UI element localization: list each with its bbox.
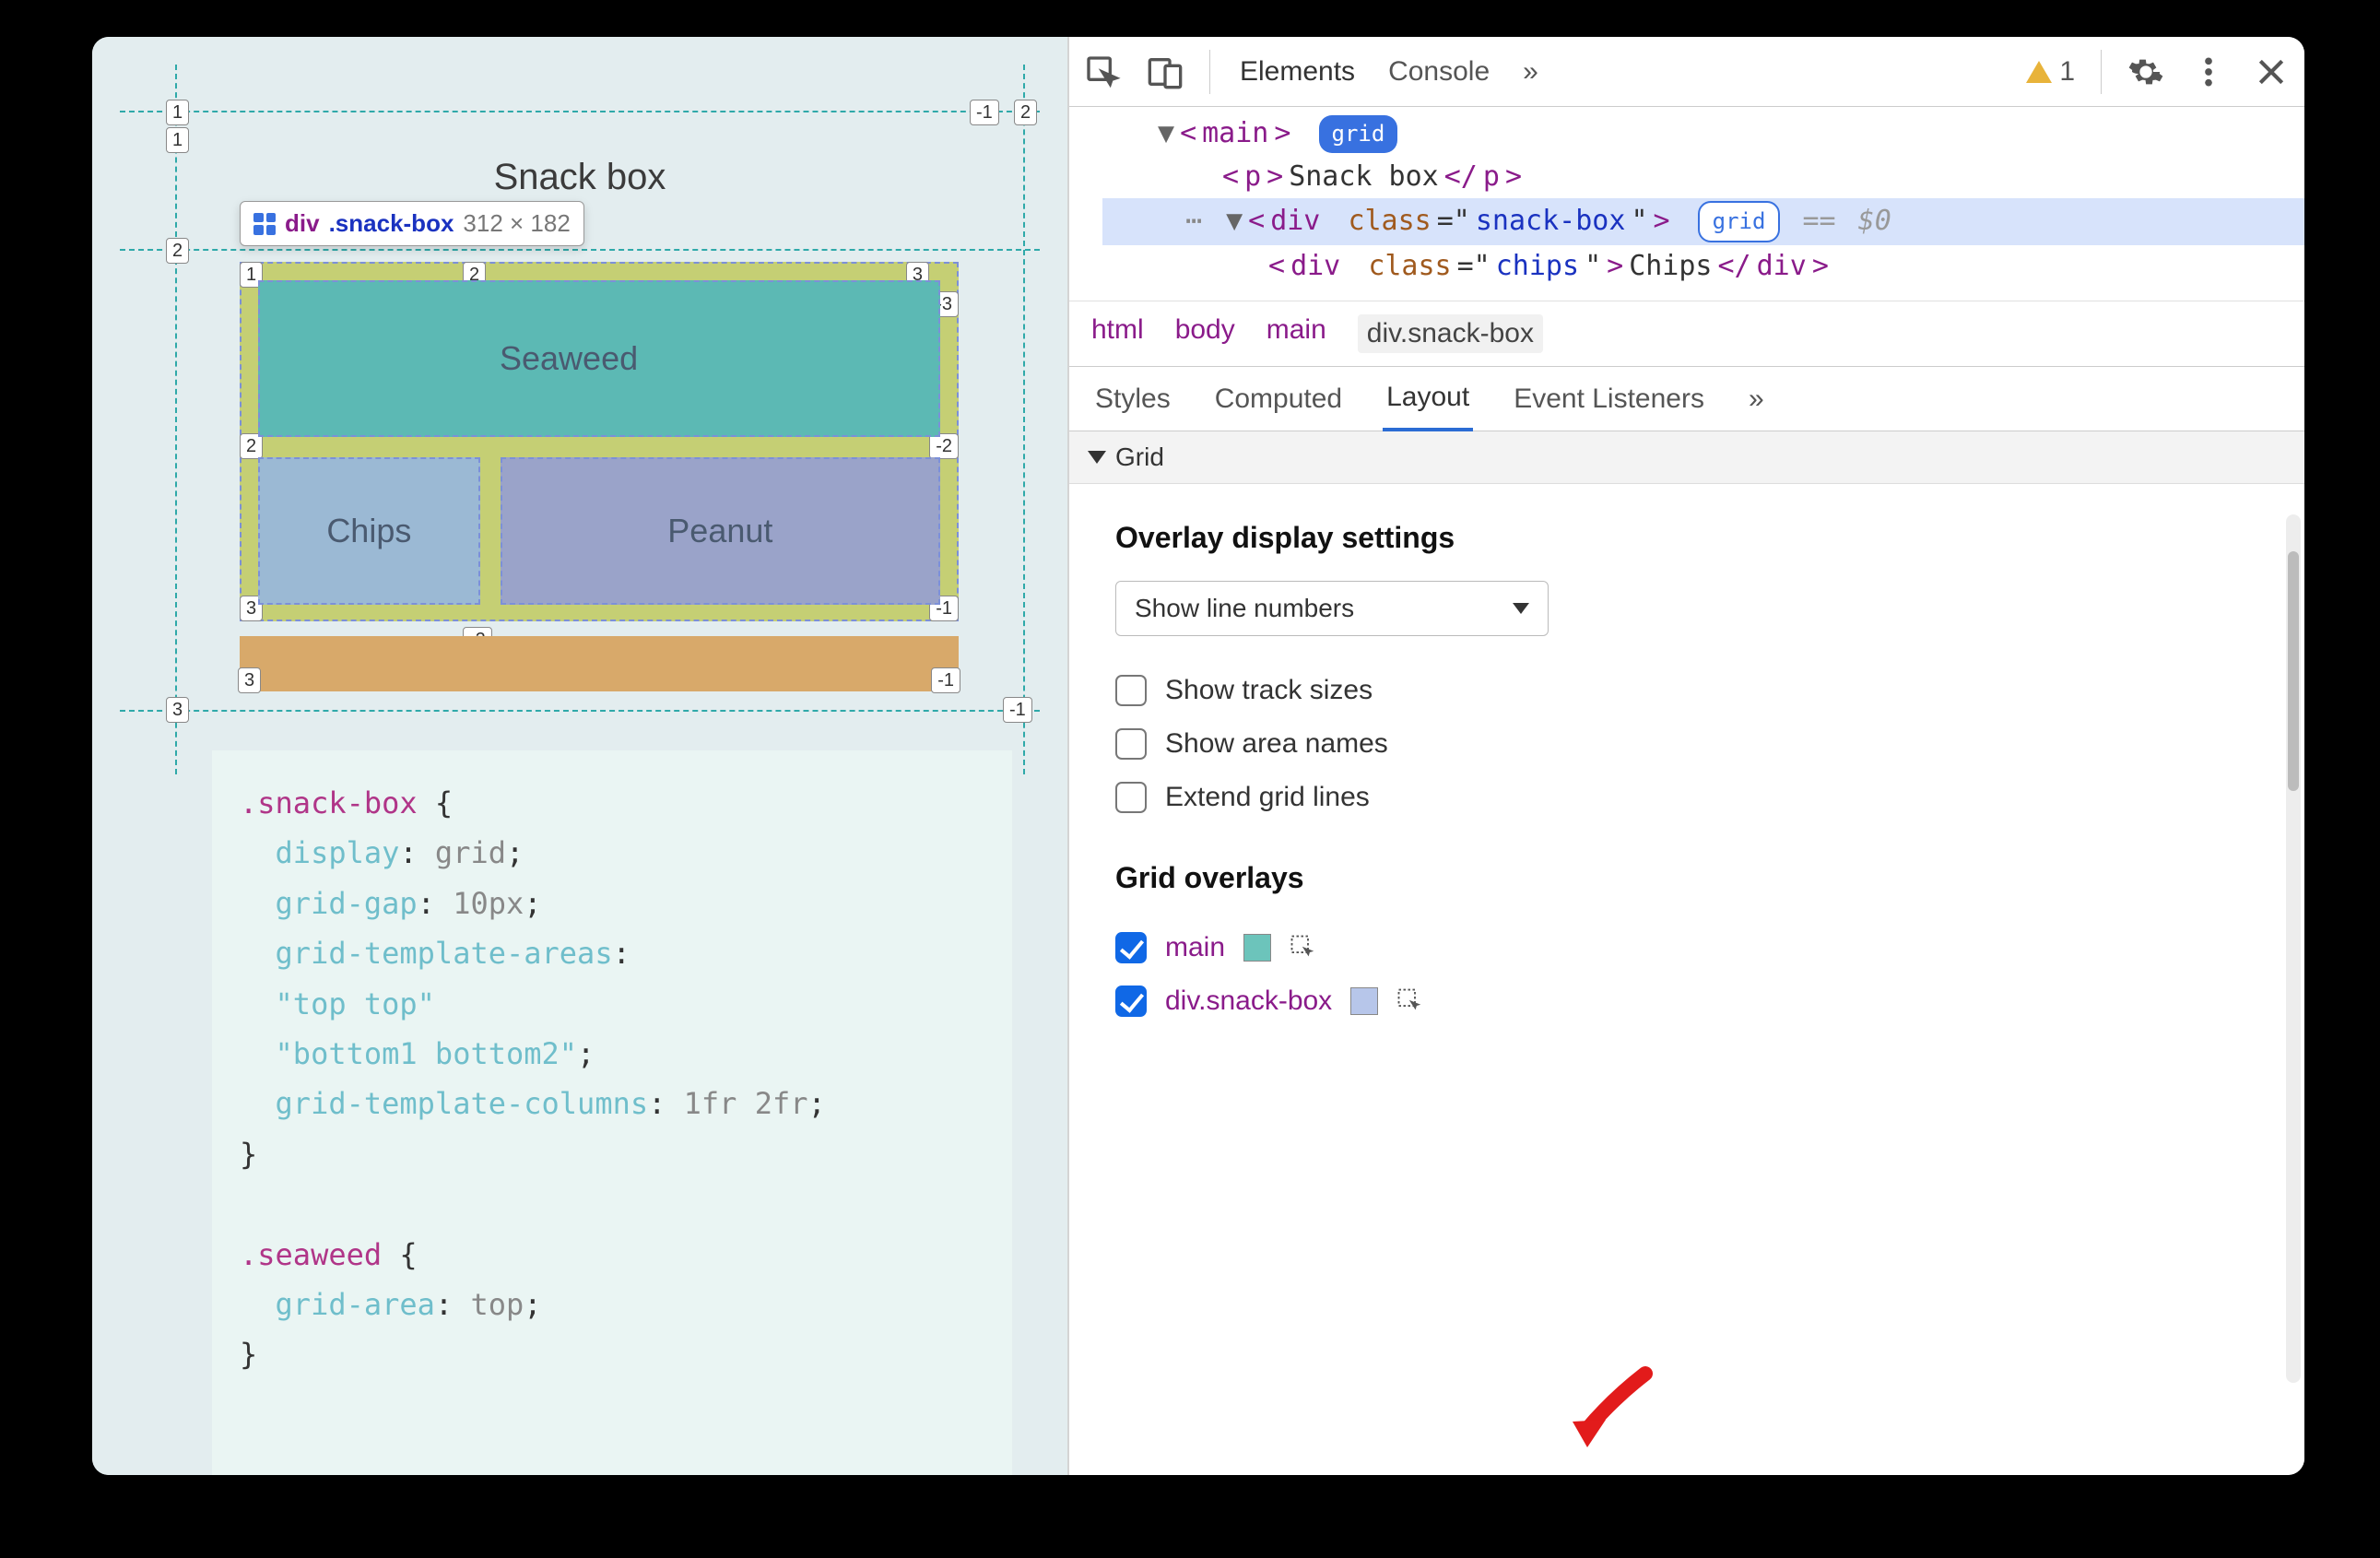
chevron-down-icon <box>1513 603 1529 614</box>
dom-selected-row[interactable]: ⋯ ▼<div class="snack-box"> grid == $0 <box>1102 198 2304 245</box>
devtools-toolbar: Elements Console » 1 <box>1069 37 2304 107</box>
grid-line <box>120 710 1040 712</box>
kebab-icon[interactable] <box>2190 53 2227 90</box>
devtools-pane: Elements Console » 1 ▼<main> grid <box>1069 37 2304 1475</box>
checkbox-row-area-names: Show area names <box>1069 717 2304 771</box>
subtab-event-listeners[interactable]: Event Listeners <box>1510 369 1708 430</box>
tooltip-class: .snack-box <box>329 209 454 238</box>
checkbox[interactable] <box>1115 782 1147 813</box>
reveal-element-icon[interactable] <box>1396 987 1424 1015</box>
breadcrumb-item-active[interactable]: div.snack-box <box>1358 314 1543 353</box>
grid-line-number: 3 <box>238 667 261 693</box>
checkbox[interactable] <box>1115 986 1147 1017</box>
tab-more[interactable]: » <box>1519 51 1542 93</box>
scrollbar-thumb[interactable] <box>2288 551 2299 791</box>
grid-line-number: 2 <box>166 238 189 264</box>
device-toggle-icon[interactable] <box>1147 53 1184 90</box>
tooltip-tag: div <box>285 209 320 238</box>
grid-gap-strip: 3 -1 <box>240 636 959 691</box>
checkbox-row-extend-lines: Extend grid lines <box>1069 771 2304 824</box>
divider <box>1209 50 1210 94</box>
dom-text: Snack box <box>1289 156 1439 199</box>
grid-line-number: 2 <box>240 433 263 459</box>
grid-line-number: -2 <box>929 433 959 459</box>
dom-tag-div: div <box>1270 200 1320 243</box>
dom-text: Chips <box>1629 245 1712 289</box>
grid-line-number: -1 <box>970 100 999 125</box>
overlay-settings-title: Overlay display settings <box>1069 484 2304 581</box>
devtools-window: 1 1 -1 2 2 3 -1 Snack box div .snack-box … <box>92 37 2304 1475</box>
warning-badge[interactable]: 1 <box>2026 56 2075 88</box>
grid-cell-seaweed: Seaweed <box>258 280 940 437</box>
select-value: Show line numbers <box>1135 594 1354 623</box>
grid-line-number: 2 <box>1014 100 1037 125</box>
subtab-styles[interactable]: Styles <box>1091 369 1174 430</box>
grid-overlay-visualization: 1 1 -1 2 2 3 -1 Snack box div .snack-box … <box>120 65 1040 774</box>
checkbox-row-track-sizes: Show track sizes <box>1069 664 2304 717</box>
overlay-row-snack-box: div.snack-box <box>1069 974 2304 1028</box>
warning-count: 1 <box>2059 56 2075 88</box>
gear-icon[interactable] <box>2127 53 2164 90</box>
grid-line <box>120 111 1040 112</box>
grid-line-number: 1 <box>166 127 189 153</box>
subtab-layout[interactable]: Layout <box>1383 367 1473 431</box>
tooltip-dimensions: 312 × 182 <box>463 209 570 238</box>
overlay-name[interactable]: main <box>1165 932 1225 963</box>
layout-panel: Grid Overlay display settings Show line … <box>1069 431 2304 1475</box>
checkbox[interactable] <box>1115 675 1147 706</box>
subtab-computed[interactable]: Computed <box>1211 369 1346 430</box>
dom-tag-p[interactable]: p <box>1244 156 1261 199</box>
overlay-name[interactable]: div.snack-box <box>1165 986 1332 1017</box>
grid-line-number: -1 <box>1003 697 1032 723</box>
grid-pill[interactable]: grid <box>1319 115 1398 153</box>
grid-line-number: 1 <box>166 100 189 125</box>
overlay-row-main: main <box>1069 921 2304 974</box>
scrollbar[interactable] <box>2286 514 2301 1383</box>
breadcrumb: html body main div.snack-box <box>1069 301 2304 367</box>
close-icon[interactable] <box>2253 53 2290 90</box>
checkbox-label: Show track sizes <box>1165 675 1373 706</box>
page-title: Snack box <box>120 157 1040 198</box>
checkbox[interactable] <box>1115 728 1147 760</box>
line-numbers-select[interactable]: Show line numbers <box>1115 581 1549 636</box>
subtab-more[interactable]: » <box>1745 369 1768 430</box>
inspect-icon[interactable] <box>1084 53 1121 90</box>
ellipsis-icon[interactable]: ⋯ <box>1185 200 1202 243</box>
grid-line-number: -1 <box>931 667 960 693</box>
grid-line <box>120 249 1040 251</box>
chevron-down-icon <box>1088 451 1106 464</box>
annotation-arrow <box>1567 1366 1659 1449</box>
color-swatch[interactable] <box>1350 987 1378 1015</box>
subtabs: Styles Computed Layout Event Listeners » <box>1069 367 2304 431</box>
element-tooltip: div .snack-box 312 × 182 <box>240 201 584 246</box>
grid-section-header[interactable]: Grid <box>1069 431 2304 484</box>
section-title: Grid <box>1115 443 1164 472</box>
dom-tree[interactable]: ▼<main> grid <p>Snack box</p> ⋯ ▼<div cl… <box>1069 107 2304 301</box>
dollar-zero: $0 <box>1858 200 1891 243</box>
tab-console[interactable]: Console <box>1384 51 1493 93</box>
reveal-element-icon[interactable] <box>1290 934 1317 962</box>
dom-tag-child[interactable]: div <box>1290 245 1340 289</box>
warning-icon <box>2026 61 2052 83</box>
css-code-block: .snack-box { display: grid; grid-gap: 10… <box>212 750 1012 1475</box>
checkbox-label: Extend grid lines <box>1165 782 1370 813</box>
breadcrumb-item[interactable]: main <box>1267 314 1326 353</box>
checkbox-label: Show area names <box>1165 728 1388 760</box>
grid-overlays-title: Grid overlays <box>1069 824 2304 921</box>
breadcrumb-item[interactable]: body <box>1175 314 1235 353</box>
grid-cell-peanut: Peanut <box>501 457 940 605</box>
dom-tag-main[interactable]: main <box>1202 112 1268 156</box>
tab-elements[interactable]: Elements <box>1236 51 1359 93</box>
grid-icon <box>253 213 276 235</box>
snack-box-grid: 1 2 3 -3 2 -2 3 -2 -1 Seaweed Chips Pean… <box>240 262 959 621</box>
divider <box>2101 50 2102 94</box>
color-swatch[interactable] <box>1243 934 1271 962</box>
checkbox[interactable] <box>1115 932 1147 963</box>
page-preview-pane: 1 1 -1 2 2 3 -1 Snack box div .snack-box … <box>92 37 1069 1475</box>
grid-cell-chips: Chips <box>258 457 480 605</box>
breadcrumb-item[interactable]: html <box>1091 314 1144 353</box>
grid-line-number: 3 <box>166 697 189 723</box>
grid-pill-outline[interactable]: grid <box>1698 201 1781 242</box>
